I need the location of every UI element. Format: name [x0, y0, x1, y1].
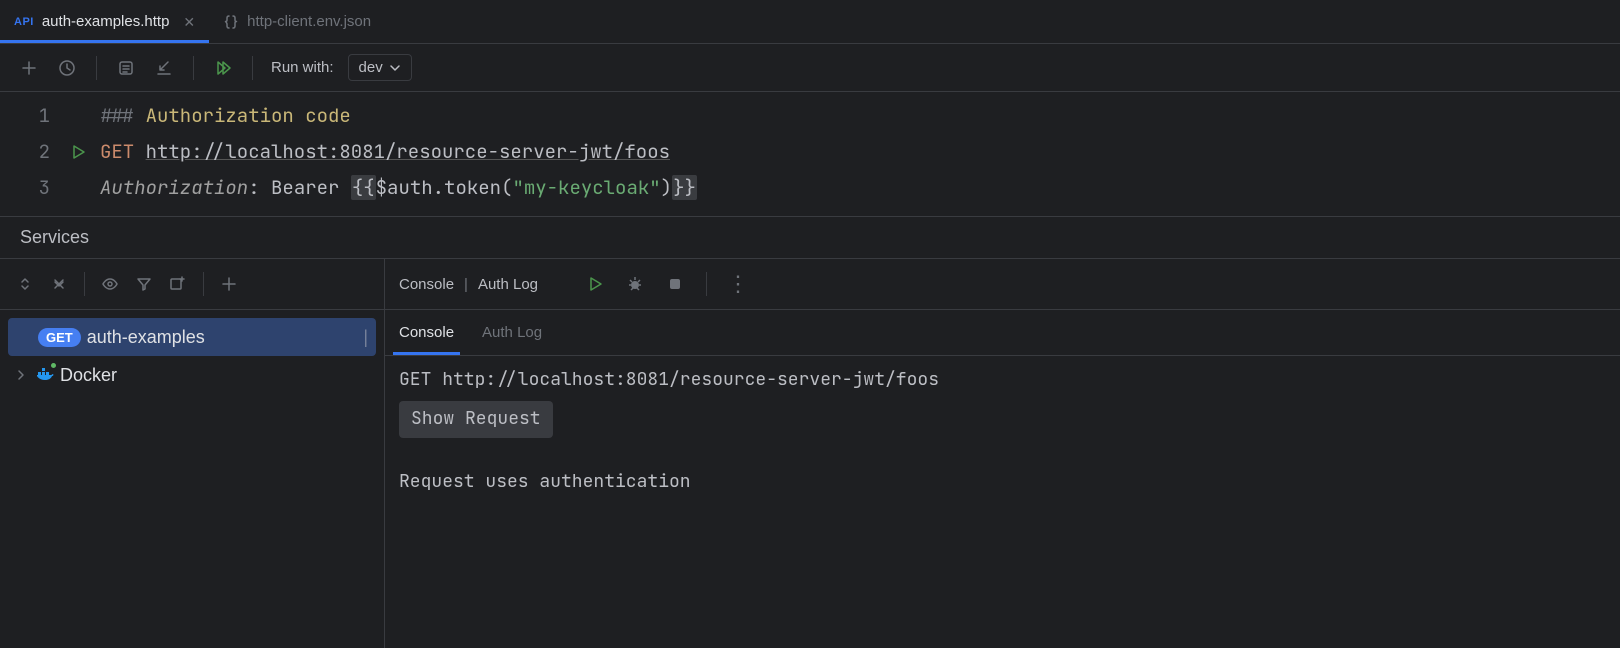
collapse-icon[interactable]: [42, 267, 76, 301]
code-line: 1 ### Authorization code: [0, 98, 1620, 134]
console-request-line: GET http://localhost:8081/resource-serve…: [399, 366, 1606, 395]
filter-icon[interactable]: [127, 267, 161, 301]
run-icon[interactable]: [578, 267, 612, 301]
line-number: 3: [0, 170, 60, 206]
tab-label: Console: [399, 324, 454, 341]
new-session-icon[interactable]: [161, 267, 195, 301]
tree-label: Docker: [60, 365, 117, 386]
separator: [96, 56, 97, 80]
separator: [706, 272, 707, 296]
code-content[interactable]: GET http://localhost:8081/resource-serve…: [96, 134, 1620, 170]
run-with-label: Run with:: [271, 59, 334, 76]
run-all-icon[interactable]: [206, 51, 240, 85]
tab-label: Auth Log: [482, 324, 542, 341]
docker-icon: [36, 364, 54, 387]
chevron-down-icon: [389, 62, 401, 74]
tab-auth-examples[interactable]: API auth-examples.http ✕: [0, 0, 209, 43]
services-right-pane: Console | Auth Log ⋮: [385, 258, 1620, 648]
console-label-a: Console: [399, 276, 454, 293]
method-badge: GET: [38, 328, 81, 347]
services-toolbar: [0, 258, 384, 310]
tab-console[interactable]: Console: [399, 310, 454, 355]
code-line: 3 Authorization: Bearer {{$auth.token("my…: [0, 170, 1620, 206]
show-request-button[interactable]: Show Request: [399, 401, 553, 438]
debug-icon[interactable]: [618, 267, 652, 301]
tab-label: auth-examples.http: [42, 13, 170, 30]
expand-collapse-icon[interactable]: [8, 267, 42, 301]
services-panel: Services: [0, 216, 1620, 648]
more-icon[interactable]: ⋮: [721, 267, 755, 301]
examples-icon[interactable]: [109, 51, 143, 85]
code-line: 2 GET http://localhost:8081/resource-serv…: [0, 134, 1620, 170]
tree-label: auth-examples: [87, 327, 205, 348]
separator: [84, 272, 85, 296]
separator: [252, 56, 253, 80]
pipe-separator: |: [464, 276, 468, 293]
console-auth-line: Request uses authentication: [399, 468, 1606, 497]
code-content[interactable]: ### Authorization code: [96, 98, 1620, 134]
import-icon[interactable]: [147, 51, 181, 85]
caret-icon: |: [363, 327, 368, 348]
add-service-icon[interactable]: [212, 267, 246, 301]
separator: [203, 272, 204, 296]
chevron-right-icon: [12, 369, 30, 381]
tab-auth-log[interactable]: Auth Log: [482, 310, 542, 355]
tab-label: http-client.env.json: [247, 13, 371, 30]
run-line-icon[interactable]: [60, 144, 96, 160]
tree-item-request[interactable]: GET auth-examples |: [8, 318, 376, 356]
services-left-pane: GET auth-examples | Docker: [0, 258, 385, 648]
stop-icon[interactable]: [658, 267, 692, 301]
env-dropdown[interactable]: dev: [348, 54, 412, 81]
env-selected: dev: [359, 59, 383, 76]
code-editor[interactable]: 1 ### Authorization code 2 GET http://local…: [0, 92, 1620, 206]
code-content[interactable]: Authorization: Bearer {{$auth.token("my-…: [96, 170, 1620, 206]
console-tabs: Console Auth Log: [385, 310, 1620, 356]
json-icon: [223, 14, 239, 30]
console-toolbar: Console | Auth Log ⋮: [385, 258, 1620, 310]
tab-http-client-env[interactable]: http-client.env.json: [209, 0, 385, 43]
close-icon[interactable]: ✕: [183, 15, 195, 29]
show-icon[interactable]: [93, 267, 127, 301]
tree-item-docker[interactable]: Docker: [0, 356, 384, 394]
console-label-b: Auth Log: [478, 276, 538, 293]
editor-toolbar: Run with: dev: [0, 44, 1620, 92]
console-output[interactable]: GET http://localhost:8081/resource-serve…: [385, 356, 1620, 648]
editor-tabs: API auth-examples.http ✕ http-client.env…: [0, 0, 1620, 44]
add-icon[interactable]: [12, 51, 46, 85]
services-tree: GET auth-examples | Docker: [0, 310, 384, 402]
separator: [193, 56, 194, 80]
history-icon[interactable]: [50, 51, 84, 85]
line-number: 1: [0, 98, 60, 134]
line-number: 2: [0, 134, 60, 170]
api-icon: API: [14, 16, 34, 28]
services-title: Services: [0, 217, 1620, 258]
